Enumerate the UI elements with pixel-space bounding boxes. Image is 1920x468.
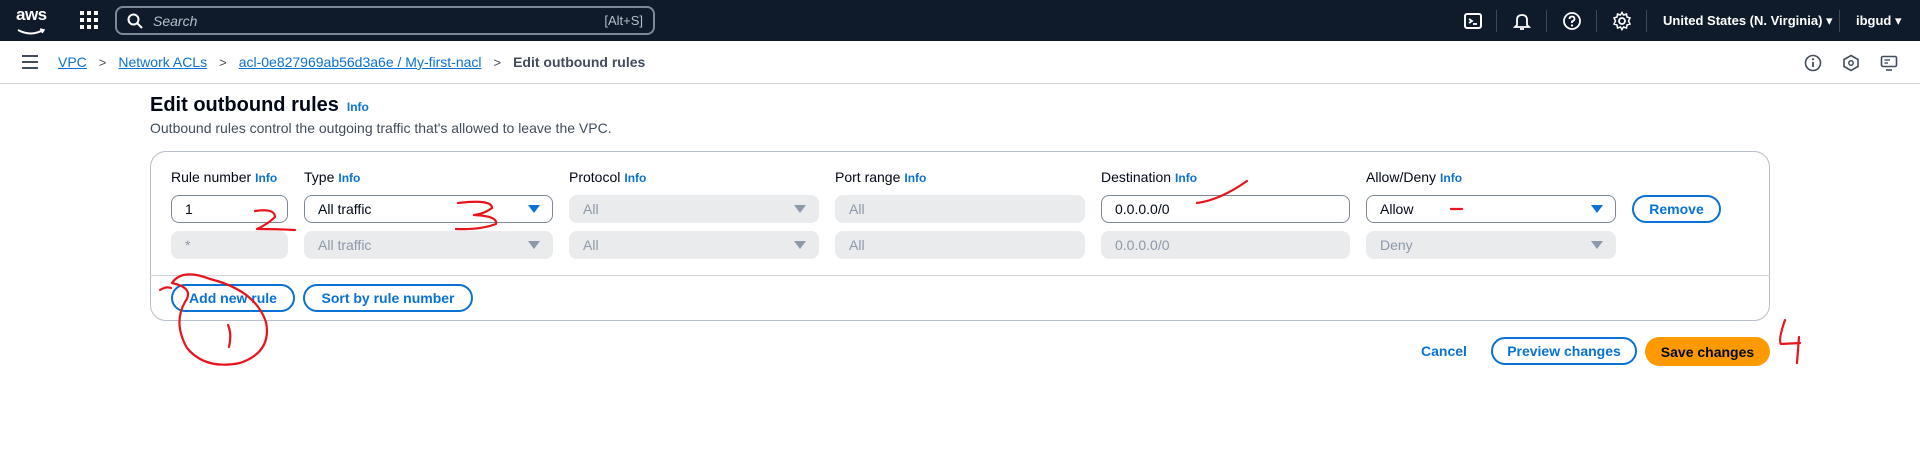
- cloudshell-icon[interactable]: [1463, 11, 1483, 31]
- allow-deny-select[interactable]: Allow: [1366, 195, 1616, 223]
- aws-logo[interactable]: aws: [16, 5, 50, 35]
- bell-icon[interactable]: [1512, 11, 1532, 31]
- search-input[interactable]: Search [Alt+S]: [115, 6, 655, 35]
- gear-icon[interactable]: [1612, 11, 1632, 31]
- menu-icon[interactable]: [22, 55, 38, 69]
- default-allow-deny-value: Deny: [1380, 237, 1413, 253]
- info-panel-icon[interactable]: [1804, 54, 1822, 72]
- destination-label-text: Destination: [1101, 169, 1172, 185]
- preview-changes-button[interactable]: Preview changes: [1491, 337, 1637, 365]
- help-icon[interactable]: [1562, 11, 1582, 31]
- destination-label: Destination Info: [1101, 169, 1197, 185]
- page-header: Edit outbound rules Info: [150, 94, 369, 117]
- caret-down-icon: [794, 205, 806, 213]
- default-rule-number: *: [171, 231, 288, 259]
- search-icon: [127, 13, 143, 29]
- annotation-mark-4: [1779, 318, 1802, 365]
- default-protocol-value: All: [583, 237, 599, 253]
- caret-down-icon: [528, 205, 540, 213]
- search-placeholder: Search: [153, 12, 198, 29]
- nav-divider: [1596, 10, 1597, 32]
- nav-divider: [1546, 10, 1547, 32]
- default-protocol-select: All: [569, 231, 819, 259]
- nav-divider: [1839, 10, 1840, 32]
- breadcrumb-separator: >: [219, 54, 227, 70]
- default-destination: 0.0.0.0/0: [1101, 231, 1350, 259]
- region-selector[interactable]: United States (N. Virginia) ▾: [1663, 13, 1833, 29]
- breadcrumb: VPC > Network ACLs > acl-0e827969ab56d3a…: [58, 54, 645, 70]
- destination-input[interactable]: 0.0.0.0/0: [1101, 195, 1350, 223]
- type-select[interactable]: All traffic: [304, 195, 553, 223]
- type-label: Type Info: [304, 169, 360, 185]
- port-range-info-link[interactable]: Info: [904, 171, 926, 185]
- default-allow-deny-select: Deny: [1366, 231, 1616, 259]
- rule-number-input[interactable]: 1: [171, 195, 288, 223]
- rule-number-label-text: Rule number: [171, 169, 252, 185]
- allow-deny-info-link[interactable]: Info: [1440, 171, 1462, 185]
- allow-deny-label: Allow/Deny Info: [1366, 169, 1462, 185]
- port-range-input: All: [835, 195, 1085, 223]
- save-changes-button[interactable]: Save changes: [1645, 337, 1770, 366]
- sort-by-rule-number-button[interactable]: Sort by rule number: [303, 284, 473, 312]
- page-description: Outbound rules control the outgoing traf…: [150, 120, 612, 136]
- services-grid-icon[interactable]: [80, 11, 98, 29]
- rule-number-label: Rule number Info: [171, 169, 277, 185]
- title-info-link[interactable]: Info: [347, 100, 369, 114]
- protocol-select-value: All: [583, 201, 599, 217]
- nav-divider: [1496, 10, 1497, 32]
- caret-down-icon: [1591, 205, 1603, 213]
- breadcrumb-vpc[interactable]: VPC: [58, 54, 87, 70]
- protocol-info-link[interactable]: Info: [624, 171, 646, 185]
- feedback-icon[interactable]: [1842, 54, 1860, 72]
- rule-number-info-link[interactable]: Info: [255, 171, 277, 185]
- aws-smile-icon: [17, 28, 46, 35]
- aws-logo-text: aws: [16, 5, 47, 24]
- allow-deny-label-text: Allow/Deny: [1366, 169, 1437, 185]
- caret-down-icon: [1591, 241, 1603, 249]
- caret-down-icon: [794, 241, 806, 249]
- destination-info-link[interactable]: Info: [1175, 171, 1197, 185]
- breadcrumb-current: Edit outbound rules: [513, 54, 646, 70]
- allow-deny-select-value: Allow: [1380, 201, 1414, 217]
- default-type-value: All traffic: [318, 237, 372, 253]
- protocol-select: All: [569, 195, 819, 223]
- default-port-range: All: [835, 231, 1085, 259]
- add-new-rule-button[interactable]: Add new rule: [171, 284, 295, 312]
- panel-divider: [150, 275, 1770, 276]
- page-title: Edit outbound rules: [150, 94, 339, 116]
- breadcrumb-acl[interactable]: acl-0e827969ab56d3a6e / My-first-nacl: [239, 54, 482, 70]
- breadcrumb-separator: >: [98, 54, 107, 70]
- top-navigation: aws Search [Alt+S] United States (N. Vir…: [0, 0, 1920, 41]
- breadcrumb-bar: VPC > Network ACLs > acl-0e827969ab56d3a…: [0, 41, 1920, 84]
- search-shortcut: [Alt+S]: [604, 13, 643, 28]
- caret-down-icon: [528, 241, 540, 249]
- breadcrumb-separator: >: [493, 54, 502, 70]
- account-menu[interactable]: ibgud ▾: [1856, 13, 1902, 29]
- type-select-value: All traffic: [318, 201, 372, 217]
- nav-divider: [1646, 10, 1647, 32]
- type-info-link[interactable]: Info: [338, 171, 360, 185]
- annotation-mark-1: [226, 323, 232, 349]
- type-label-text: Type: [304, 169, 335, 185]
- remove-rule-button[interactable]: Remove: [1632, 195, 1721, 223]
- breadcrumb-network-acls[interactable]: Network ACLs: [118, 54, 207, 70]
- default-type-select: All traffic: [304, 231, 553, 259]
- protocol-label: Protocol Info: [569, 169, 646, 185]
- display-settings-icon[interactable]: [1880, 54, 1898, 72]
- protocol-label-text: Protocol: [569, 169, 621, 185]
- port-range-label-text: Port range: [835, 169, 901, 185]
- port-range-label: Port range Info: [835, 169, 926, 185]
- cancel-button[interactable]: Cancel: [1421, 343, 1467, 359]
